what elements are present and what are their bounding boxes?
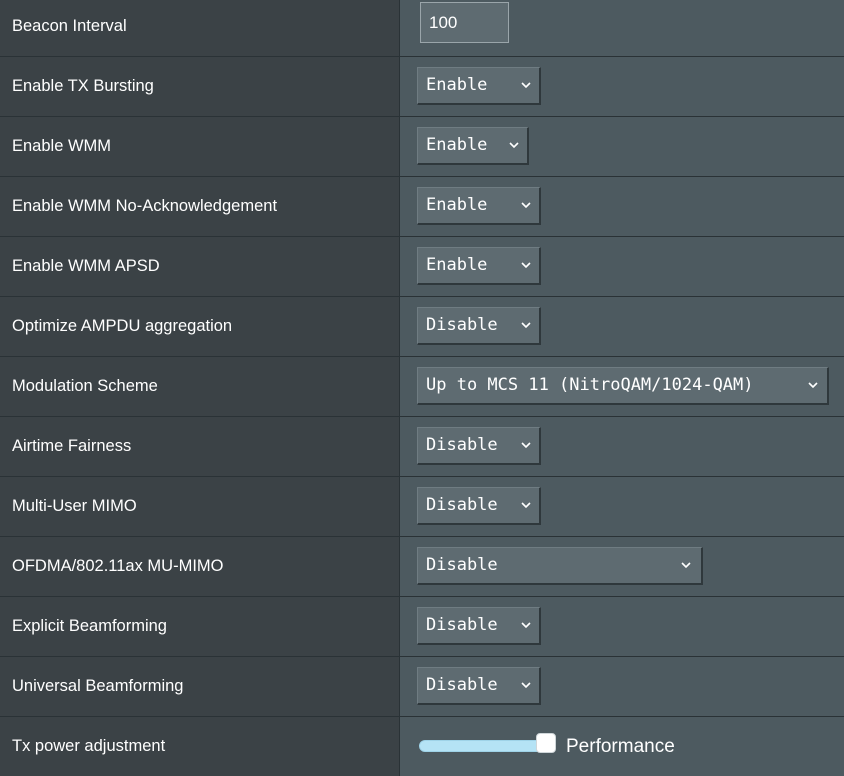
label-cell: Explicit Beamforming xyxy=(0,597,400,656)
tx-power-level-label: Performance xyxy=(566,736,675,757)
value-cell: Enable xyxy=(401,177,844,236)
chevron-down-icon xyxy=(521,262,531,269)
row-universal-beamforming: Universal Beamforming Disable xyxy=(0,657,844,717)
ofdma-mu-mimo-select[interactable]: Disable xyxy=(417,547,703,585)
row-modulation-scheme: Modulation Scheme Up to MCS 11 (NitroQAM… xyxy=(0,357,844,417)
label-cell: Optimize AMPDU aggregation xyxy=(0,297,400,356)
row-tx-bursting: Enable TX Bursting Enable xyxy=(0,57,844,117)
value-cell: Enable xyxy=(401,57,844,116)
beacon-interval-input[interactable]: 100 xyxy=(420,2,509,43)
wmm-select[interactable]: Enable xyxy=(417,127,529,165)
airtime-fairness-value: Disable xyxy=(426,435,498,455)
ofdma-mu-mimo-label: OFDMA/802.11ax MU-MIMO xyxy=(12,557,224,575)
explicit-beamforming-label: Explicit Beamforming xyxy=(12,617,167,635)
universal-beamforming-label: Universal Beamforming xyxy=(12,677,184,695)
wmm-value: Enable xyxy=(426,135,488,155)
chevron-down-icon xyxy=(521,202,531,209)
value-cell: Disable xyxy=(401,477,844,536)
airtime-fairness-label: Airtime Fairness xyxy=(12,437,132,455)
tx-power-slider-thumb[interactable] xyxy=(536,733,556,753)
value-cell: Disable xyxy=(401,537,844,596)
row-ofdma-mu-mimo: OFDMA/802.11ax MU-MIMO Disable xyxy=(0,537,844,597)
value-cell: Up to MCS 11 (NitroQAM/1024-QAM) xyxy=(401,357,844,416)
multi-user-mimo-select[interactable]: Disable xyxy=(417,487,541,525)
row-tx-power: Tx power adjustment Performance xyxy=(0,717,844,776)
label-cell: Multi-User MIMO xyxy=(0,477,400,536)
chevron-down-icon xyxy=(681,562,691,569)
ofdma-mu-mimo-value: Disable xyxy=(426,555,498,575)
label-cell: Airtime Fairness xyxy=(0,417,400,476)
wmm-no-ack-label: Enable WMM No-Acknowledgement xyxy=(12,197,278,215)
value-cell: Enable xyxy=(401,237,844,296)
chevron-down-icon xyxy=(521,682,531,689)
chevron-down-icon xyxy=(808,382,818,389)
value-cell: Disable xyxy=(401,417,844,476)
label-cell: Tx power adjustment xyxy=(0,717,400,776)
universal-beamforming-select[interactable]: Disable xyxy=(417,667,541,705)
multi-user-mimo-value: Disable xyxy=(426,495,498,515)
explicit-beamforming-value: Disable xyxy=(426,615,498,635)
tx-power-slider-track[interactable] xyxy=(419,740,543,752)
row-wmm-no-ack: Enable WMM No-Acknowledgement Enable xyxy=(0,177,844,237)
row-beacon-interval: Beacon Interval 100 xyxy=(0,0,844,57)
chevron-down-icon xyxy=(521,322,531,329)
row-wmm-apsd: Enable WMM APSD Enable xyxy=(0,237,844,297)
modulation-scheme-value: Up to MCS 11 (NitroQAM/1024-QAM) xyxy=(426,375,754,395)
row-ampdu-aggregation: Optimize AMPDU aggregation Disable xyxy=(0,297,844,357)
wmm-no-ack-value: Enable xyxy=(426,195,488,215)
airtime-fairness-select[interactable]: Disable xyxy=(417,427,541,465)
multi-user-mimo-label: Multi-User MIMO xyxy=(12,497,137,515)
universal-beamforming-value: Disable xyxy=(426,675,498,695)
value-cell: Disable xyxy=(401,597,844,656)
tx-power-label: Tx power adjustment xyxy=(12,737,166,755)
value-cell: Disable xyxy=(401,657,844,716)
label-cell: Enable TX Bursting xyxy=(0,57,400,116)
tx-bursting-value: Enable xyxy=(426,75,488,95)
row-airtime-fairness: Airtime Fairness Disable xyxy=(0,417,844,477)
wmm-no-ack-select[interactable]: Enable xyxy=(417,187,541,225)
chevron-down-icon xyxy=(521,82,531,89)
ampdu-aggregation-select[interactable]: Disable xyxy=(417,307,541,345)
row-explicit-beamforming: Explicit Beamforming Disable xyxy=(0,597,844,657)
chevron-down-icon xyxy=(521,622,531,629)
value-cell: Disable xyxy=(401,297,844,356)
wireless-professional-settings-table: Beacon Interval 100 Enable TX Bursting E… xyxy=(0,0,844,776)
tx-bursting-label: Enable TX Bursting xyxy=(12,77,154,95)
row-multi-user-mimo: Multi-User MIMO Disable xyxy=(0,477,844,537)
chevron-down-icon xyxy=(509,142,519,149)
label-cell: Modulation Scheme xyxy=(0,357,400,416)
beacon-interval-label: Beacon Interval xyxy=(12,17,127,35)
chevron-down-icon xyxy=(521,442,531,449)
modulation-scheme-select[interactable]: Up to MCS 11 (NitroQAM/1024-QAM) xyxy=(417,367,829,405)
row-wmm: Enable WMM Enable xyxy=(0,117,844,177)
value-cell: Performance xyxy=(401,717,844,776)
label-cell: Enable WMM xyxy=(0,117,400,176)
explicit-beamforming-select[interactable]: Disable xyxy=(417,607,541,645)
label-cell: OFDMA/802.11ax MU-MIMO xyxy=(0,537,400,596)
ampdu-aggregation-label: Optimize AMPDU aggregation xyxy=(12,317,233,335)
chevron-down-icon xyxy=(521,502,531,509)
wmm-apsd-label: Enable WMM APSD xyxy=(12,257,160,275)
wmm-apsd-value: Enable xyxy=(426,255,488,275)
label-cell: Beacon Interval xyxy=(0,0,400,56)
label-cell: Enable WMM No-Acknowledgement xyxy=(0,177,400,236)
wmm-apsd-select[interactable]: Enable xyxy=(417,247,541,285)
value-cell: 100 xyxy=(401,0,844,56)
tx-bursting-select[interactable]: Enable xyxy=(417,67,541,105)
label-cell: Universal Beamforming xyxy=(0,657,400,716)
wmm-label: Enable WMM xyxy=(12,137,112,155)
ampdu-aggregation-value: Disable xyxy=(426,315,498,335)
value-cell: Enable xyxy=(401,117,844,176)
label-cell: Enable WMM APSD xyxy=(0,237,400,296)
modulation-scheme-label: Modulation Scheme xyxy=(12,377,158,395)
